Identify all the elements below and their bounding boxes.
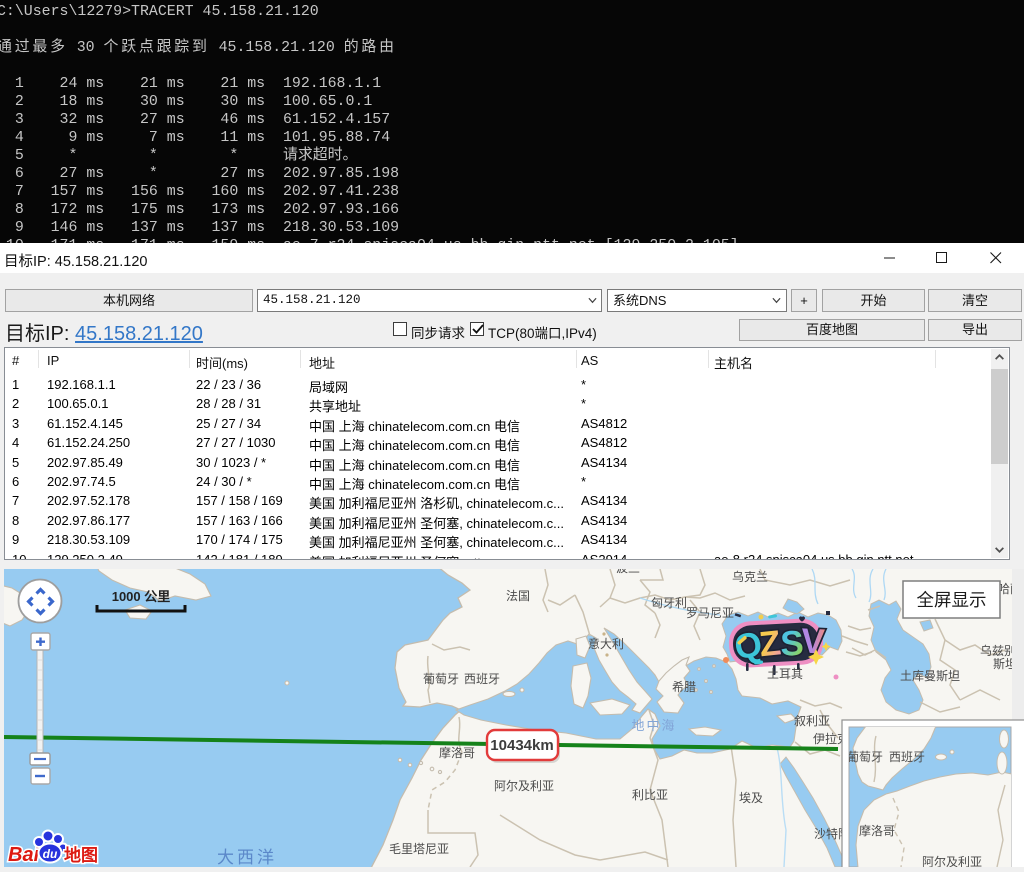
svg-text:埃及: 埃及 (739, 791, 763, 805)
svg-text:葡萄牙: 葡萄牙 (847, 750, 883, 764)
svg-text:土库曼斯坦: 土库曼斯坦 (900, 668, 960, 683)
svg-text:1000 公里: 1000 公里 (112, 589, 171, 604)
svg-text:阿尔及利亚: 阿尔及利亚 (494, 778, 554, 793)
svg-text:西班牙: 西班牙 (464, 672, 500, 686)
svg-text:西班牙: 西班牙 (889, 750, 925, 764)
svg-text:波兰: 波兰 (616, 569, 640, 575)
svg-text:利比亚: 利比亚 (632, 788, 668, 802)
svg-text:葡萄牙: 葡萄牙 (423, 672, 459, 686)
svg-text:意大利: 意大利 (588, 636, 624, 651)
svg-text:土耳其: 土耳其 (767, 667, 803, 681)
svg-text:法国: 法国 (506, 589, 530, 603)
svg-text:10434km: 10434km (490, 737, 553, 754)
svg-text:叙利亚: 叙利亚 (794, 714, 830, 728)
svg-text:Bai: Bai (8, 844, 40, 866)
svg-text:毛里塔尼亚: 毛里塔尼亚 (389, 842, 449, 856)
svg-text:大西洋: 大西洋 (217, 848, 277, 867)
svg-text:匈牙利: 匈牙利 (651, 596, 687, 610)
svg-text:摩洛哥: 摩洛哥 (859, 823, 895, 838)
svg-text:摩洛哥: 摩洛哥 (439, 745, 475, 760)
svg-text:du: du (43, 847, 58, 861)
svg-text:希腊: 希腊 (672, 679, 696, 694)
svg-text:全屏显示: 全屏显示 (917, 590, 987, 610)
svg-text:地中海: 地中海 (631, 718, 676, 733)
svg-text:地图: 地图 (64, 845, 98, 865)
svg-text:乌克兰: 乌克兰 (732, 569, 768, 584)
svg-text:阿尔及利亚: 阿尔及利亚 (922, 854, 982, 867)
svg-text:罗马尼亚: 罗马尼亚 (686, 606, 734, 620)
